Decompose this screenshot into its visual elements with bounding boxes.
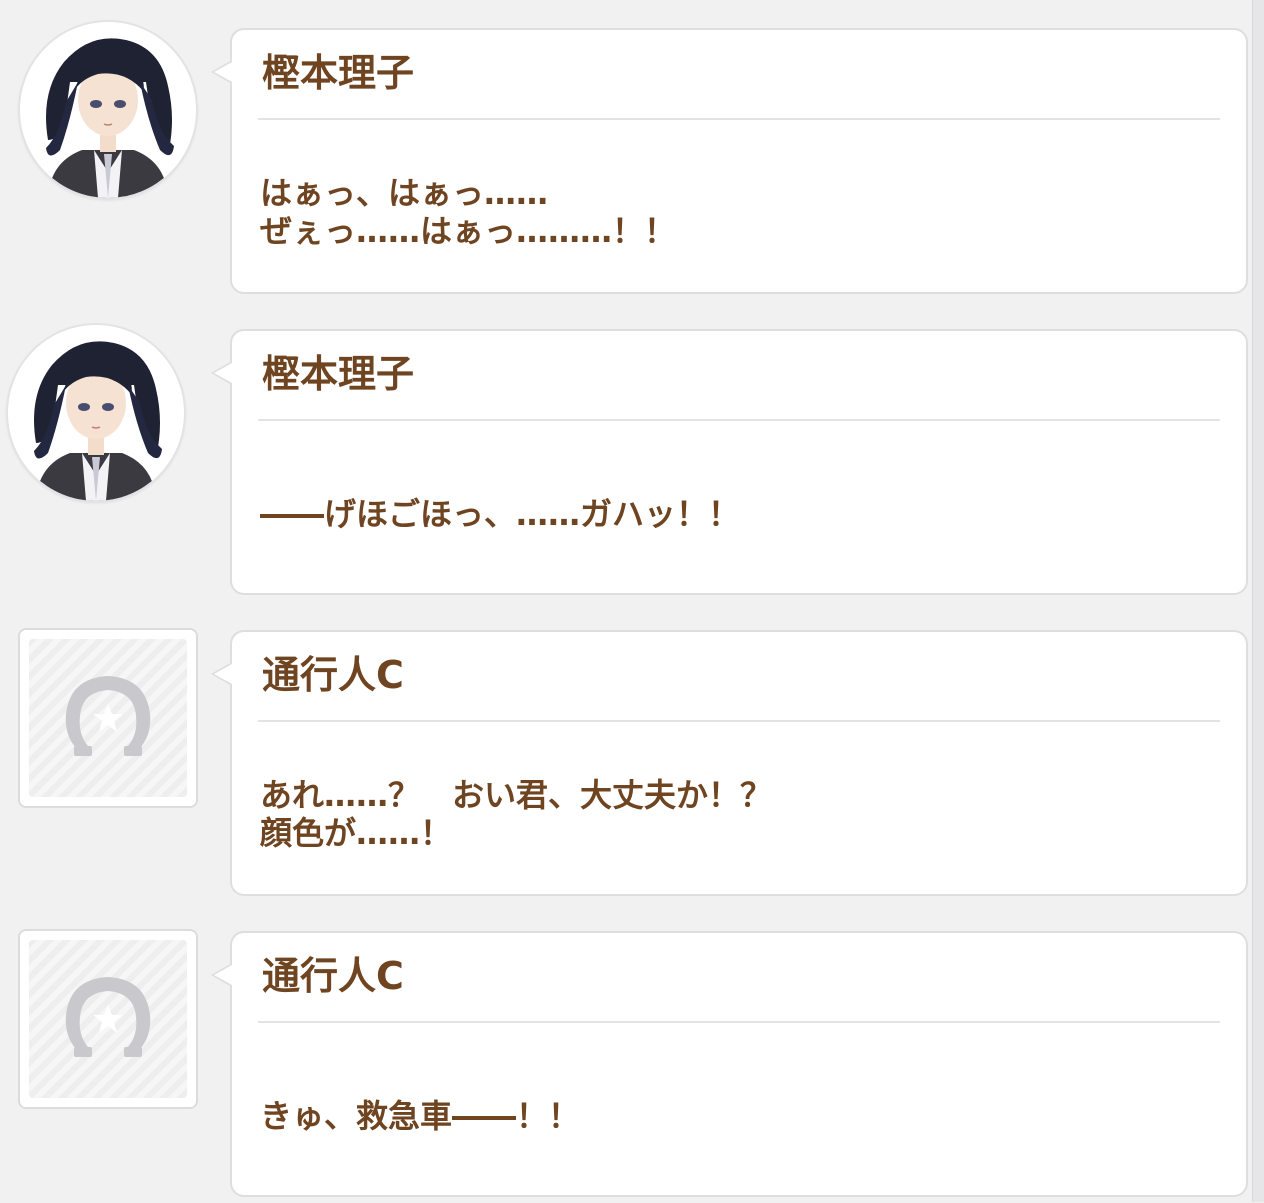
dialogue-message: 樫本理子 ――げほごほっ、……ガハッ！！ bbox=[0, 301, 1252, 601]
divider bbox=[258, 118, 1220, 120]
character-portrait-icon bbox=[20, 22, 196, 198]
character-portrait-icon bbox=[8, 325, 184, 501]
speaker-name: 通行人C bbox=[262, 653, 404, 697]
dialogue-message: 樫本理子 はぁっ、はぁっ…… ぜぇっ……はぁっ………！！ bbox=[0, 0, 1252, 300]
speaker-name: 樫本理子 bbox=[262, 51, 415, 95]
dialogue-line: ――げほごほっ、……ガハッ！！ bbox=[260, 495, 741, 533]
dialogue-line: ぜぇっ……はぁっ………！！ bbox=[260, 212, 677, 250]
bubble-tail bbox=[211, 963, 232, 987]
speech-bubble: 樫本理子 はぁっ、はぁっ…… ぜぇっ……はぁっ………！！ bbox=[211, 28, 1248, 294]
dialogue-message: 通行人C きゅ、救急車――！！ bbox=[0, 903, 1252, 1203]
horseshoe-placeholder-icon bbox=[65, 676, 151, 756]
dialogue-line: あれ……？ おい君、大丈夫か！？ bbox=[260, 776, 773, 814]
bubble-tail bbox=[211, 361, 232, 385]
speech-bubble: 樫本理子 ――げほごほっ、……ガハッ！！ bbox=[211, 329, 1248, 595]
character-avatar[interactable] bbox=[6, 323, 186, 503]
dialogue-message: 通行人C あれ……？ おい君、大丈夫か！？ 顔色が……！ bbox=[0, 602, 1252, 902]
placeholder-avatar[interactable] bbox=[18, 929, 198, 1109]
dialogue-line: きゅ、救急車――！！ bbox=[260, 1097, 581, 1135]
speech-bubble: 通行人C あれ……？ おい君、大丈夫か！？ 顔色が……！ bbox=[211, 630, 1248, 896]
divider bbox=[258, 419, 1220, 421]
horseshoe-placeholder-icon bbox=[65, 977, 151, 1057]
speaker-name: 通行人C bbox=[262, 954, 404, 998]
divider bbox=[258, 1021, 1220, 1023]
speaker-name: 樫本理子 bbox=[262, 352, 415, 396]
dialogue-line: 顔色が……！ bbox=[260, 814, 453, 852]
dialogue-line: はぁっ、はぁっ…… bbox=[260, 174, 549, 212]
divider bbox=[258, 720, 1220, 722]
character-avatar[interactable] bbox=[18, 20, 198, 200]
bubble-tail bbox=[211, 662, 232, 686]
placeholder-avatar[interactable] bbox=[18, 628, 198, 808]
scrollbar[interactable] bbox=[1252, 0, 1264, 1202]
bubble-tail bbox=[211, 60, 232, 84]
speech-bubble: 通行人C きゅ、救急車――！！ bbox=[211, 931, 1248, 1197]
